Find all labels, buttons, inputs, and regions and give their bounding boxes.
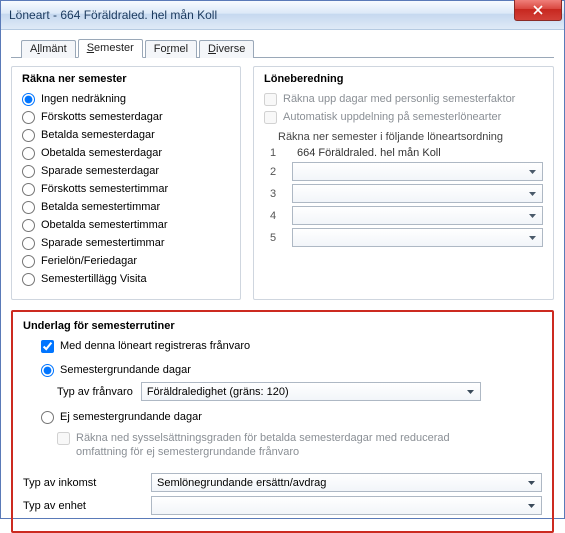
group-loneberedning: Löneberedning Räkna upp dagar med person… [253, 66, 554, 300]
group-underlag: Underlag för semesterrutiner Med denna l… [11, 310, 554, 533]
order-num: 2 [264, 166, 282, 178]
order-row-5: 5 [264, 228, 543, 247]
check-med-denna[interactable]: Med denna löneart registreras frånvaro [41, 338, 542, 354]
radio-ej-semestergrundande[interactable]: Ej semestergrundande dagar [41, 409, 542, 425]
check-rakna-ned-syssel: Räkna ned sysselsättningsgraden för beta… [57, 431, 542, 459]
titlebar: Löneart - 664 Föräldraled. hel mån Koll [1, 1, 564, 30]
radio-betalda-dagar[interactable]: Betalda semesterdagar [22, 127, 230, 143]
tab-allmant[interactable]: Allmänt [21, 40, 76, 58]
radio-betalda-timmar[interactable]: Betalda semestertimmar [22, 199, 230, 215]
order-row-3: 3 [264, 184, 543, 203]
group-title-rakna: Räkna ner semester [22, 73, 230, 85]
radio-forskotts-dagar[interactable]: Förskotts semesterdagar [22, 109, 230, 125]
chevron-down-icon [525, 230, 540, 245]
row-typ-franvaro: Typ av frånvaro Föräldraledighet (gräns:… [57, 382, 542, 401]
group-rakna-ner: Räkna ner semester Ingen nedräkning Förs… [11, 66, 241, 300]
tab-formel[interactable]: Formel [145, 40, 197, 58]
underlag-title: Underlag för semesterrutiner [23, 320, 542, 332]
client-area: Allmänt Semester Formel Diverse Räkna ne… [1, 29, 564, 518]
order-row-1: 1 664 Föräldraled. hel mån Koll [264, 147, 543, 159]
check-auto-uppdelning: Automatisk uppdelning på semesterlöneart… [264, 109, 543, 125]
order-combo-3[interactable] [292, 184, 543, 203]
tab-strip: Allmänt Semester Formel Diverse [11, 37, 554, 58]
radio-sparade-timmar[interactable]: Sparade semestertimmar [22, 235, 230, 251]
close-icon [533, 5, 543, 15]
group-title-lone: Löneberedning [264, 73, 543, 85]
radio-obetalda-timmar[interactable]: Obetalda semestertimmar [22, 217, 230, 233]
chevron-down-icon [525, 208, 540, 223]
radio-sparade-dagar[interactable]: Sparade semesterdagar [22, 163, 230, 179]
order-num: 5 [264, 232, 282, 244]
radio-semestertillagg[interactable]: Semestertillägg Visita [22, 271, 230, 287]
order-num: 3 [264, 188, 282, 200]
window-title: Löneart - 664 Föräldraled. hel mån Koll [9, 8, 217, 22]
chevron-down-icon [524, 475, 539, 490]
check-rakna-upp: Räkna upp dagar med personlig semesterfa… [264, 91, 543, 107]
radio-forskotts-timmar[interactable]: Förskotts semestertimmar [22, 181, 230, 197]
row-typ-inkomst: Typ av inkomst Semlönegrundande ersättn/… [23, 473, 542, 492]
label-typ-franvaro: Typ av frånvaro [57, 386, 133, 398]
order-value-1: 664 Föräldraled. hel mån Koll [292, 147, 543, 159]
label-typ-enhet: Typ av enhet [23, 500, 143, 512]
radio-obetalda-dagar[interactable]: Obetalda semesterdagar [22, 145, 230, 161]
radio-ingen-nedrakning[interactable]: Ingen nedräkning [22, 91, 230, 107]
close-button[interactable] [514, 0, 562, 21]
order-combo-4[interactable] [292, 206, 543, 225]
chevron-down-icon [525, 186, 540, 201]
order-row-4: 4 [264, 206, 543, 225]
window: Löneart - 664 Föräldraled. hel mån Koll … [0, 0, 565, 519]
order-combo-2[interactable] [292, 162, 543, 181]
tab-diverse[interactable]: Diverse [199, 40, 254, 58]
order-combo-5[interactable] [292, 228, 543, 247]
top-row: Räkna ner semester Ingen nedräkning Förs… [11, 66, 554, 300]
combo-typ-franvaro[interactable]: Föräldraledighet (gräns: 120) [141, 382, 481, 401]
tab-semester[interactable]: Semester [78, 39, 143, 58]
row-typ-enhet: Typ av enhet [23, 496, 542, 515]
order-num: 4 [264, 210, 282, 222]
label-typ-inkomst: Typ av inkomst [23, 477, 143, 489]
combo-typ-inkomst[interactable]: Semlönegrundande ersättn/avdrag [151, 473, 542, 492]
chevron-down-icon [524, 498, 539, 513]
order-header: Räkna ner semester i följande löneartsor… [278, 131, 543, 143]
bottom-form: Typ av inkomst Semlönegrundande ersättn/… [23, 473, 542, 515]
radio-ferielon[interactable]: Ferielön/Feriedagar [22, 253, 230, 269]
chevron-down-icon [463, 384, 478, 399]
combo-typ-enhet[interactable] [151, 496, 542, 515]
order-grid: Räkna ner semester i följande löneartsor… [264, 131, 543, 247]
order-row-2: 2 [264, 162, 543, 181]
chevron-down-icon [525, 164, 540, 179]
radio-semestergrundande[interactable]: Semestergrundande dagar [41, 362, 542, 378]
order-num: 1 [264, 147, 282, 159]
